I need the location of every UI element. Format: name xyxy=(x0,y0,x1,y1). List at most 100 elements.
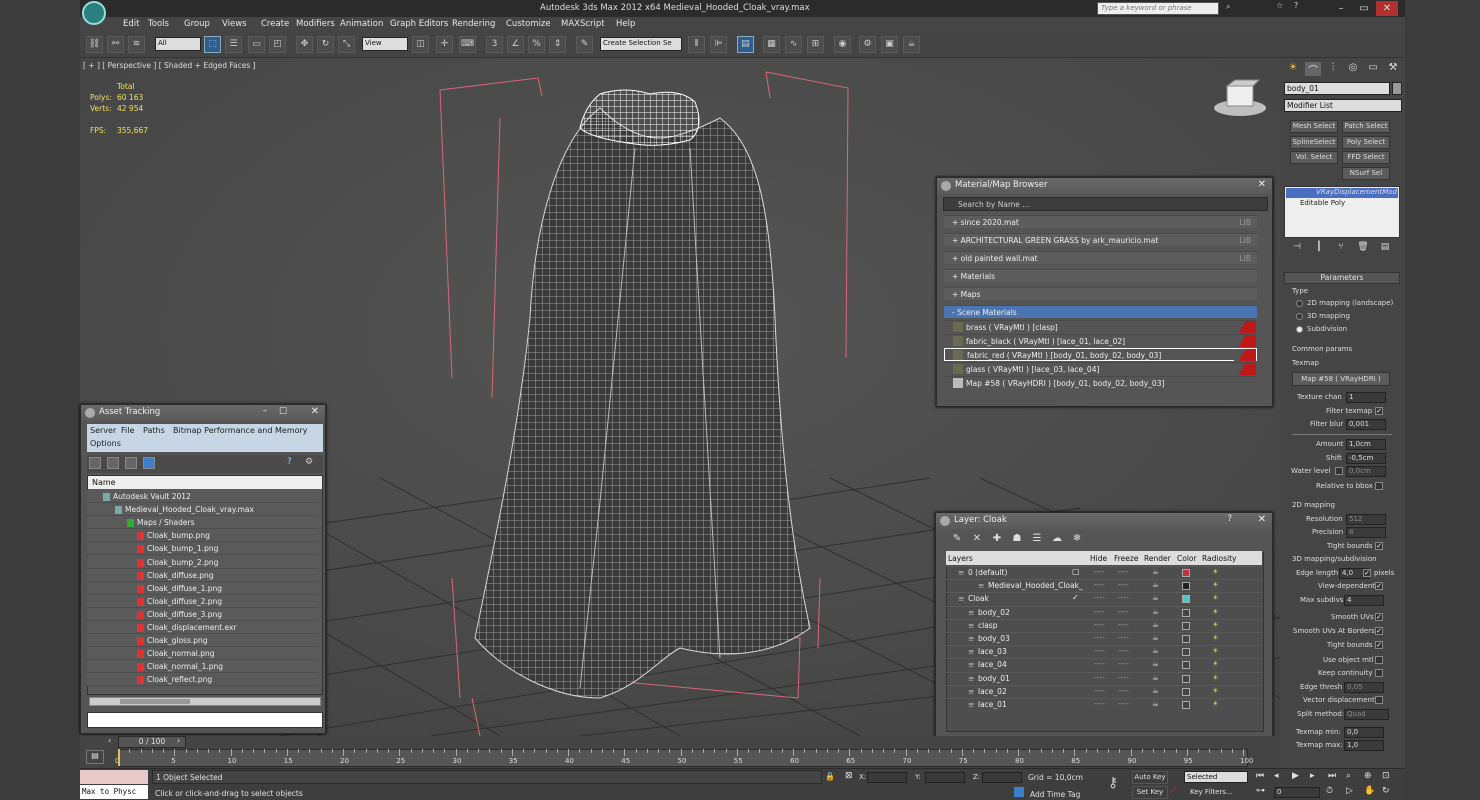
close-icon[interactable]: ✕ xyxy=(1258,514,1266,525)
modifier-button-poly-select[interactable]: Poly Select xyxy=(1342,136,1390,149)
asset-path-field[interactable] xyxy=(87,712,323,728)
layer-manager-titlebar[interactable]: Layer: Cloak ? ✕ xyxy=(936,513,1272,529)
menu-item-animation[interactable]: Animation xyxy=(340,19,383,29)
asset-menu-bitmap-performance-and-memory[interactable]: Bitmap Performance and Memory xyxy=(173,426,308,435)
pan-icon[interactable]: ✋ xyxy=(1364,786,1375,796)
utilities-tab-icon[interactable]: ⚒ xyxy=(1385,62,1401,76)
asset-help-icon[interactable]: ? xyxy=(287,457,299,469)
select-by-name-icon[interactable]: ☰ xyxy=(225,36,242,53)
layer-color-swatch[interactable] xyxy=(1182,569,1190,577)
layer-manager-icon[interactable]: ▤ xyxy=(737,36,754,53)
hide-toggle[interactable]: ---- xyxy=(1094,620,1105,629)
help-icon[interactable]: ? xyxy=(1294,1,1298,10)
layer-row[interactable]: ≡ Medieval_Hooded_Cloak_ ---- ---- ☕ ☀ xyxy=(946,579,1262,592)
layer-row[interactable]: ≡ lace_01 ---- ---- ☕ ☀ xyxy=(946,698,1262,711)
keyboard-shortcut-icon[interactable]: ⌨ xyxy=(459,36,476,53)
layer-column-color[interactable]: Color xyxy=(1177,554,1197,563)
slider-prev-button[interactable]: ‹ xyxy=(108,736,118,748)
angle-snap-icon[interactable]: ∠ xyxy=(507,36,524,53)
edge-thresh-field[interactable]: 0,05 xyxy=(1344,682,1384,693)
hide-toggle[interactable]: ---- xyxy=(1094,607,1105,616)
ref-coord-dropdown[interactable]: View xyxy=(362,37,408,51)
hierarchy-tab-icon[interactable]: ⫶ xyxy=(1325,62,1341,76)
hide-toggle[interactable]: ---- xyxy=(1094,699,1105,708)
asset-settings-icon[interactable]: ⚙ xyxy=(305,457,317,469)
pixels-checkbox[interactable]: ✓ xyxy=(1363,569,1371,577)
mirror-icon[interactable]: ⫴ xyxy=(688,36,705,53)
stack-item-vraydisplacementmod[interactable]: VRayDisplacementMod xyxy=(1286,188,1398,198)
configure-sets-icon[interactable]: ▤ xyxy=(1378,242,1392,254)
asset-tree-row[interactable]: Cloak_diffuse_3.png xyxy=(87,607,319,621)
asset-tree-row[interactable]: Cloak_normal.png xyxy=(87,647,319,661)
menu-item-graph-editors[interactable]: Graph Editors xyxy=(390,19,448,29)
asset-tree-row[interactable]: Cloak_displacement.exr xyxy=(87,621,319,634)
hide-toggle[interactable]: ---- xyxy=(1094,686,1105,695)
asset-tracking-titlebar[interactable]: Asset Tracking – □ ✕ xyxy=(81,405,325,421)
play-icon[interactable]: ▶ xyxy=(1292,771,1299,781)
scale-icon[interactable]: ⤡ xyxy=(338,36,355,53)
current-frame-marker[interactable] xyxy=(118,749,120,766)
freeze-toggle[interactable]: ---- xyxy=(1118,567,1129,576)
render-teapot-icon[interactable]: ☕ xyxy=(1152,646,1159,655)
asset-tree-row[interactable]: Cloak_gloss.png xyxy=(87,634,319,648)
maxscript-listener[interactable] xyxy=(80,770,148,784)
bind-spacewarp-icon[interactable]: ≋ xyxy=(128,36,145,53)
render-teapot-icon[interactable]: ☕ xyxy=(1152,620,1159,629)
modifier-button-patch-select[interactable]: Patch Select xyxy=(1342,120,1390,133)
current-layer-mark[interactable]: ✓ xyxy=(1072,593,1079,602)
close-icon[interactable]: ✕ xyxy=(1258,179,1266,190)
rendered-frame-icon[interactable]: ▣ xyxy=(881,36,898,53)
align-icon[interactable]: ⊫ xyxy=(710,36,727,53)
field-of-view-icon[interactable]: ▷ xyxy=(1346,786,1353,796)
binoculars-icon[interactable]: ⌕ xyxy=(1226,2,1230,12)
radiosity-icon[interactable]: ☀ xyxy=(1212,633,1219,642)
render-teapot-icon[interactable]: ☕ xyxy=(1152,607,1159,616)
split-method-dropdown[interactable]: Quad xyxy=(1344,709,1389,720)
modifier-list-dropdown[interactable]: Modifier List xyxy=(1284,99,1402,112)
absolute-mode-icon[interactable]: ⊠ xyxy=(845,771,853,781)
layer-color-swatch[interactable] xyxy=(1182,687,1190,696)
vector-disp-checkbox[interactable] xyxy=(1375,696,1383,704)
asset-menu-paths[interactable]: Paths xyxy=(143,426,165,435)
render-teapot-icon[interactable]: ☕ xyxy=(1152,659,1159,668)
layer-highlight-layer-icon[interactable]: ☰ xyxy=(1030,533,1044,545)
rotate-icon[interactable]: ↻ xyxy=(317,36,334,53)
layer-hide-all-icon[interactable]: ☁ xyxy=(1050,533,1064,545)
maximize-button[interactable]: ▭ xyxy=(1353,1,1375,16)
scene-material-item[interactable]: brass ( VRayMtl ) [clasp] xyxy=(944,320,1257,333)
type-radio-1[interactable] xyxy=(1296,313,1303,320)
material-library-row[interactable]: + ARCHITECTURAL GREEN GRASS by ark_mauri… xyxy=(944,233,1257,246)
resolution-field[interactable]: 512 xyxy=(1346,514,1386,525)
asset-tree-row[interactable]: Cloak_diffuse.png xyxy=(87,568,319,582)
hide-toggle[interactable]: ---- xyxy=(1094,567,1105,576)
type-radio-0[interactable] xyxy=(1296,300,1303,307)
app-logo-icon[interactable] xyxy=(82,1,106,25)
layer-color-swatch[interactable] xyxy=(1182,661,1190,670)
render-teapot-icon[interactable]: ☕ xyxy=(1152,567,1159,576)
asset-hscrollbar[interactable] xyxy=(89,697,321,706)
render-teapot-icon[interactable]: ☕ xyxy=(1152,686,1159,695)
layer-color-swatch[interactable] xyxy=(1182,595,1190,604)
goto-start-icon[interactable]: ⏮ xyxy=(1256,771,1264,781)
layer-select-objects-icon[interactable]: ☗ xyxy=(1010,533,1024,545)
zoom-extents-icon[interactable]: ⊡ xyxy=(1382,771,1390,781)
layer-column-layers[interactable]: Layers xyxy=(948,554,973,563)
help-icon[interactable]: ? xyxy=(1227,514,1232,524)
rect-selection-icon[interactable]: ▭ xyxy=(248,36,265,53)
modifier-button-mesh-select[interactable]: Mesh Select xyxy=(1290,120,1338,133)
freeze-toggle[interactable]: ---- xyxy=(1118,620,1129,629)
parameters-rollout-header[interactable]: Parameters xyxy=(1284,272,1400,284)
asset-tree-row[interactable]: Cloak_diffuse_2.png xyxy=(87,594,319,608)
use-object-mtl-checkbox[interactable] xyxy=(1375,656,1383,664)
stack-item-editable-poly[interactable]: Editable Poly xyxy=(1286,199,1398,209)
render-setup-icon[interactable]: ⚙ xyxy=(859,36,876,53)
asset-tree-row[interactable]: Maps / Shaders xyxy=(87,516,319,530)
graphite-ribbon-icon[interactable]: ▦ xyxy=(763,36,780,53)
trackbar-filter-icon[interactable]: ▤ xyxy=(86,750,104,764)
freeze-toggle[interactable]: ---- xyxy=(1118,593,1129,602)
material-search-input[interactable]: Search by Name ... xyxy=(943,197,1268,211)
texmap-button[interactable]: Map #58 ( VRayHDRI ) xyxy=(1292,372,1390,386)
radiosity-icon[interactable]: ☀ xyxy=(1212,699,1219,708)
create-tab-icon[interactable]: ☀ xyxy=(1285,62,1301,76)
filter-texmap-checkbox[interactable]: ✓ xyxy=(1375,407,1383,415)
